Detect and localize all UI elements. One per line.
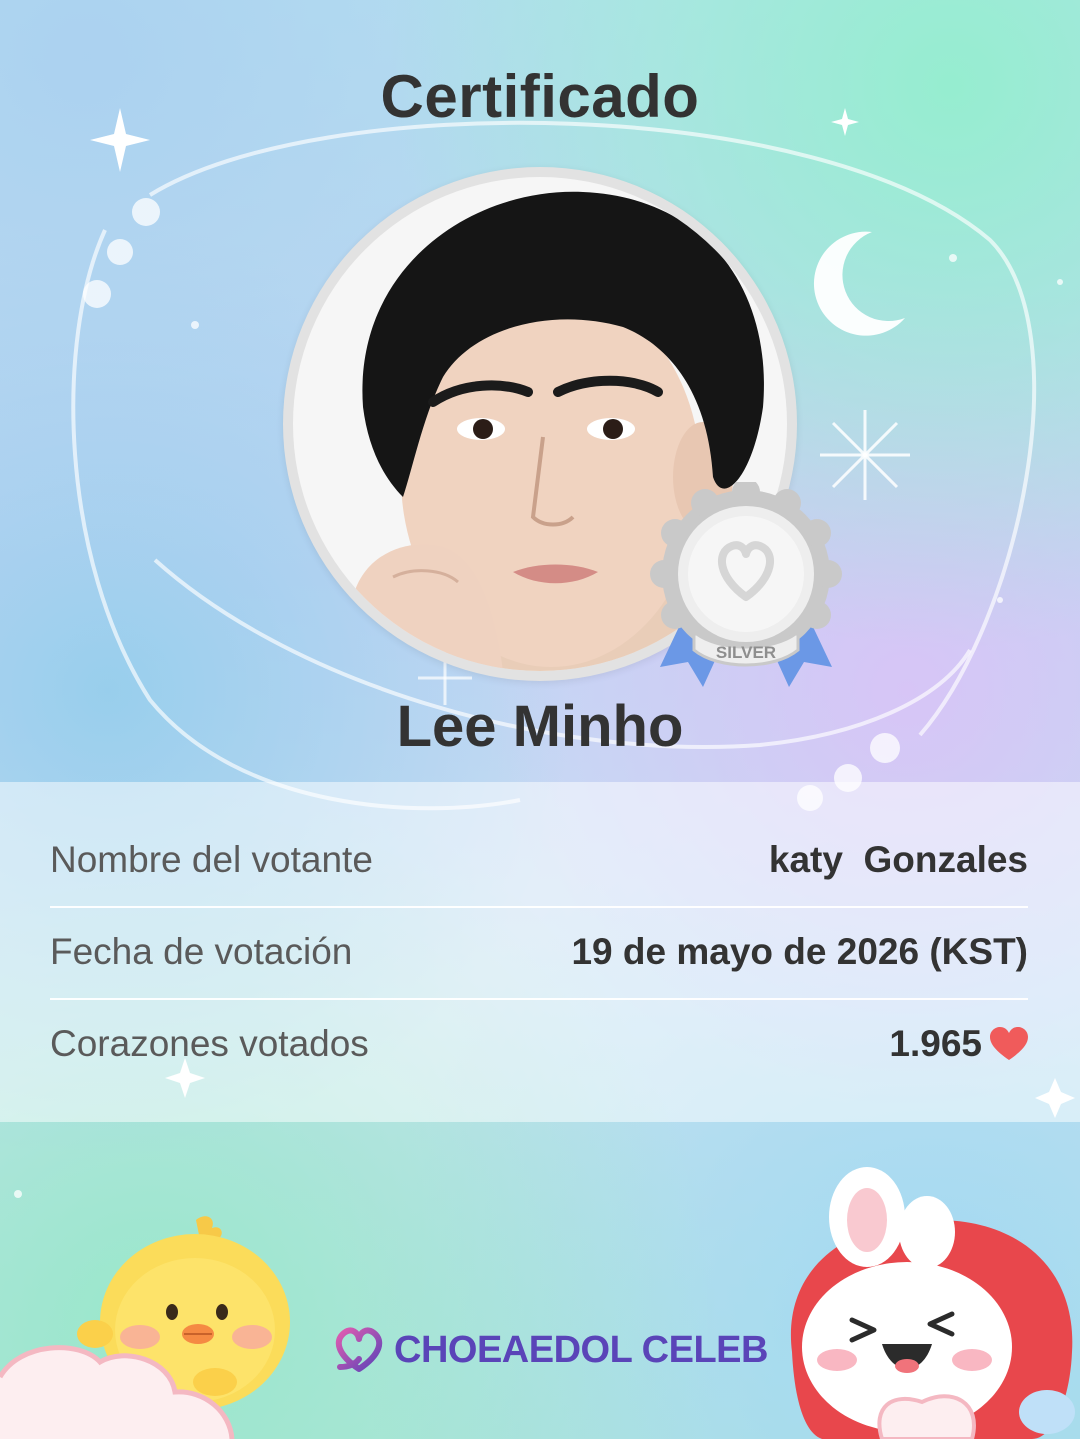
- brand-name: CHOEAEDOL CELEB: [394, 1328, 768, 1371]
- voter-name-value: katy Gonzales: [768, 839, 1028, 880]
- certificate-title: Certificado: [380, 63, 700, 130]
- celebrity-name: Lee Minho: [396, 694, 684, 759]
- certificate-page: Certificado SILVER Lee Minho Nombre del …: [0, 0, 1080, 1439]
- vote-date-value: 19 de mayo de 2026 (KST): [571, 931, 1028, 972]
- vote-info-panel: Nombre del votante katy Gonzales Fecha d…: [0, 782, 1080, 1122]
- chick-character: [0, 1216, 290, 1439]
- brand-logo: CHOEAEDOL CELEB: [330, 1322, 768, 1378]
- hearts-voted-value: 1.965: [889, 1023, 982, 1064]
- hearts-voted-row: Corazones votados 1.965: [50, 998, 1028, 1090]
- choeaedol-heart-logo-icon: [335, 1327, 383, 1372]
- orbit-dot: [83, 280, 111, 308]
- bunny-character: [790, 1167, 1075, 1439]
- orbit-dot: [132, 198, 160, 226]
- voter-name-row: Nombre del votante katy Gonzales: [50, 814, 1028, 908]
- voter-name-label: Nombre del votante: [50, 839, 373, 880]
- vote-date-row: Fecha de votación 19 de mayo de 2026 (KS…: [50, 906, 1028, 1000]
- crescent-moon-icon: [813, 231, 905, 336]
- medal-label: SILVER: [716, 643, 776, 662]
- vote-date-label: Fecha de votación: [50, 931, 353, 972]
- silver-medal-icon: SILVER: [650, 482, 842, 687]
- orbit-dot: [107, 239, 133, 265]
- heart-icon: [990, 1027, 1028, 1060]
- hearts-voted-value-wrap: 1.965: [889, 1023, 1028, 1065]
- hearts-voted-label: Corazones votados: [50, 1023, 369, 1064]
